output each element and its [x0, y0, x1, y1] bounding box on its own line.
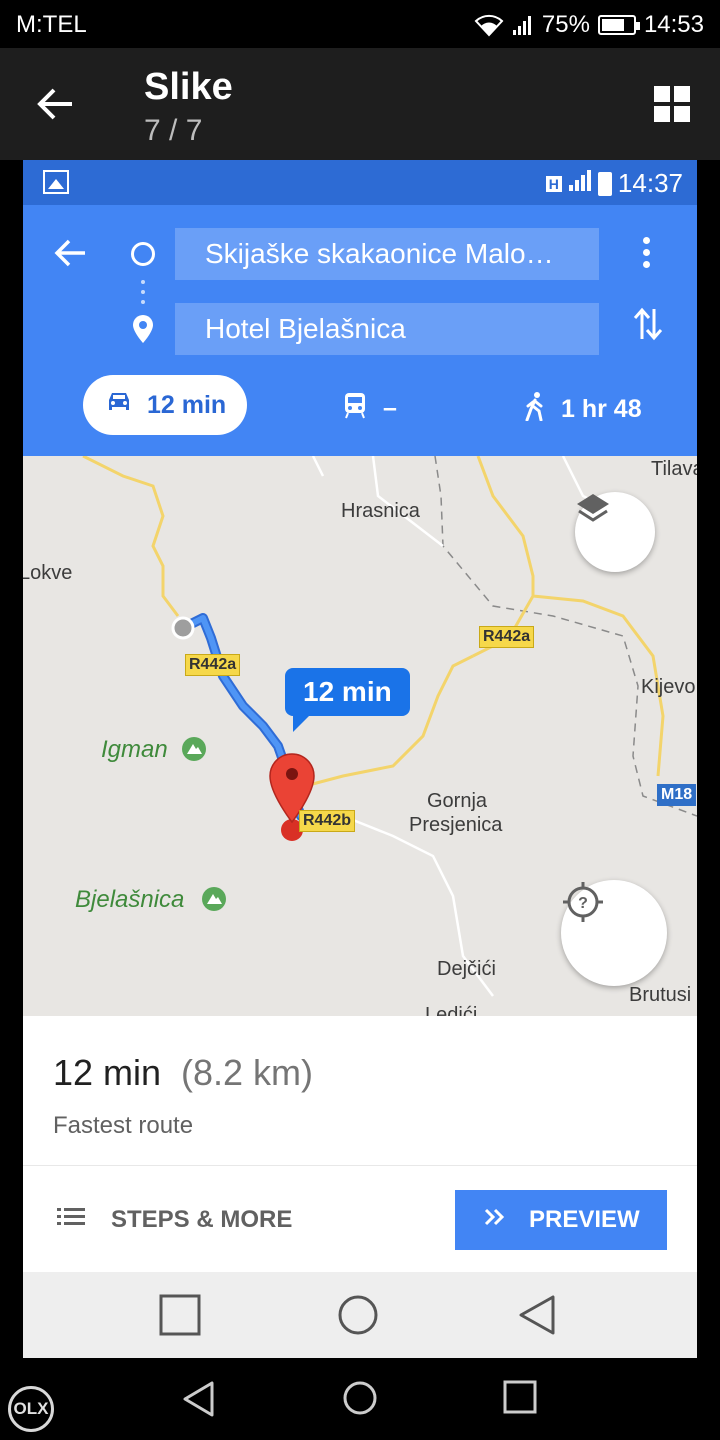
place-label: Hrasnica [341, 500, 420, 522]
directions-back-icon[interactable] [53, 235, 89, 271]
directions-panel: Skijaške skakaonice Malo… Hotel Bjelašni… [23, 205, 697, 456]
double-chevron-icon [483, 1206, 507, 1234]
grid-view-icon[interactable] [654, 86, 690, 122]
inner-status-bar: H 14:37 [23, 160, 697, 205]
drive-mode-tab[interactable]: 12 min [83, 375, 247, 435]
route-duration: 12 min [53, 1052, 162, 1093]
image-counter: 7 / 7 [144, 114, 203, 147]
screenshot-image: H 14:37 Skijaške skakaonice Malo… Hotel … [23, 160, 697, 1358]
road-shield: R442a [185, 654, 241, 676]
steps-label: STEPS & MORE [111, 1206, 293, 1233]
place-label: Tilava [651, 458, 697, 480]
battery-percent: 75% [541, 11, 590, 38]
road-shield: R442b [299, 810, 356, 832]
back-triangle-icon[interactable] [182, 1380, 216, 1423]
recents-square-icon[interactable] [159, 1294, 201, 1341]
back-arrow-icon[interactable] [36, 84, 76, 124]
route-duration-callout[interactable]: 12 min [285, 668, 410, 732]
destination-pin-icon [133, 315, 153, 348]
home-circle-icon[interactable] [337, 1294, 379, 1341]
walk-mode-tab[interactable]: 1 hr 48 [523, 391, 642, 428]
origin-circle-icon [131, 242, 155, 266]
gallery-header: Slike 7 / 7 [0, 48, 720, 160]
place-label: Ledići [425, 1004, 478, 1016]
route-distance: (8.2 km) [181, 1052, 314, 1093]
carrier-label: M:TEL [16, 11, 87, 38]
list-icon [57, 1206, 85, 1234]
place-label: Igman [101, 736, 168, 763]
layers-button[interactable] [575, 492, 655, 572]
route-actions: STEPS & MORE PREVIEW [23, 1166, 697, 1272]
back-triangle-icon[interactable] [517, 1294, 559, 1341]
network-type-badge: H [545, 175, 562, 192]
watermark-text: OLX [13, 1399, 49, 1418]
inner-clock: 14:37 [617, 168, 683, 198]
preview-button[interactable]: PREVIEW [455, 1190, 667, 1250]
svg-text:?: ? [578, 895, 588, 912]
car-icon [105, 390, 133, 421]
train-icon [343, 391, 367, 426]
place-label: Gornja [427, 790, 488, 812]
place-label: Presjenica [409, 814, 503, 836]
steps-button[interactable]: STEPS & MORE [57, 1206, 292, 1234]
road-shield: M18 [657, 784, 697, 806]
place-label: Brutusi [629, 984, 692, 1006]
inner-battery-icon [597, 171, 612, 196]
transit-mode-tab[interactable]: – [343, 391, 397, 426]
drive-time: 12 min [147, 390, 227, 419]
place-label: Dejčići [437, 958, 496, 980]
destination-input[interactable]: Hotel Bjelašnica [175, 303, 599, 355]
watermark-logo: OLX [8, 1386, 54, 1432]
swap-icon[interactable] [633, 307, 663, 346]
gallery-title: Slike [144, 66, 233, 108]
home-circle-icon[interactable] [342, 1380, 378, 1421]
wifi-icon [474, 13, 504, 37]
battery-icon [597, 15, 640, 35]
transit-time: – [383, 394, 397, 422]
clock: 14:53 [643, 11, 704, 38]
walk-time: 1 hr 48 [561, 395, 642, 423]
inner-signal-icon [568, 168, 592, 199]
place-label: Kijevo [641, 676, 696, 698]
route-note: Fastest route [53, 1112, 194, 1139]
inner-nav-bar [23, 1272, 697, 1358]
my-location-button[interactable]: ? [561, 880, 667, 986]
image-notification-icon [43, 170, 69, 194]
map-view[interactable]: Tilava Hrasnica Lokve Kijevo Igman Gornj… [23, 456, 697, 1016]
place-label: Bjelašnica [75, 886, 185, 913]
place-label: Lokve [23, 562, 73, 584]
walking-icon [523, 391, 547, 428]
preview-label: PREVIEW [529, 1206, 640, 1233]
system-nav-bar [0, 1358, 720, 1440]
origin-input[interactable]: Skijaške skakaonice Malo… [175, 228, 599, 280]
more-options-icon[interactable] [643, 237, 653, 273]
signal-icon [512, 14, 534, 36]
recents-square-icon[interactable] [503, 1380, 537, 1419]
route-dots-icon [141, 280, 145, 310]
road-shield: R442a [479, 626, 535, 648]
route-summary[interactable]: 12 min (8.2 km) Fastest route [23, 1016, 697, 1166]
status-bar: M:TEL 75% 14:53 [0, 0, 720, 48]
